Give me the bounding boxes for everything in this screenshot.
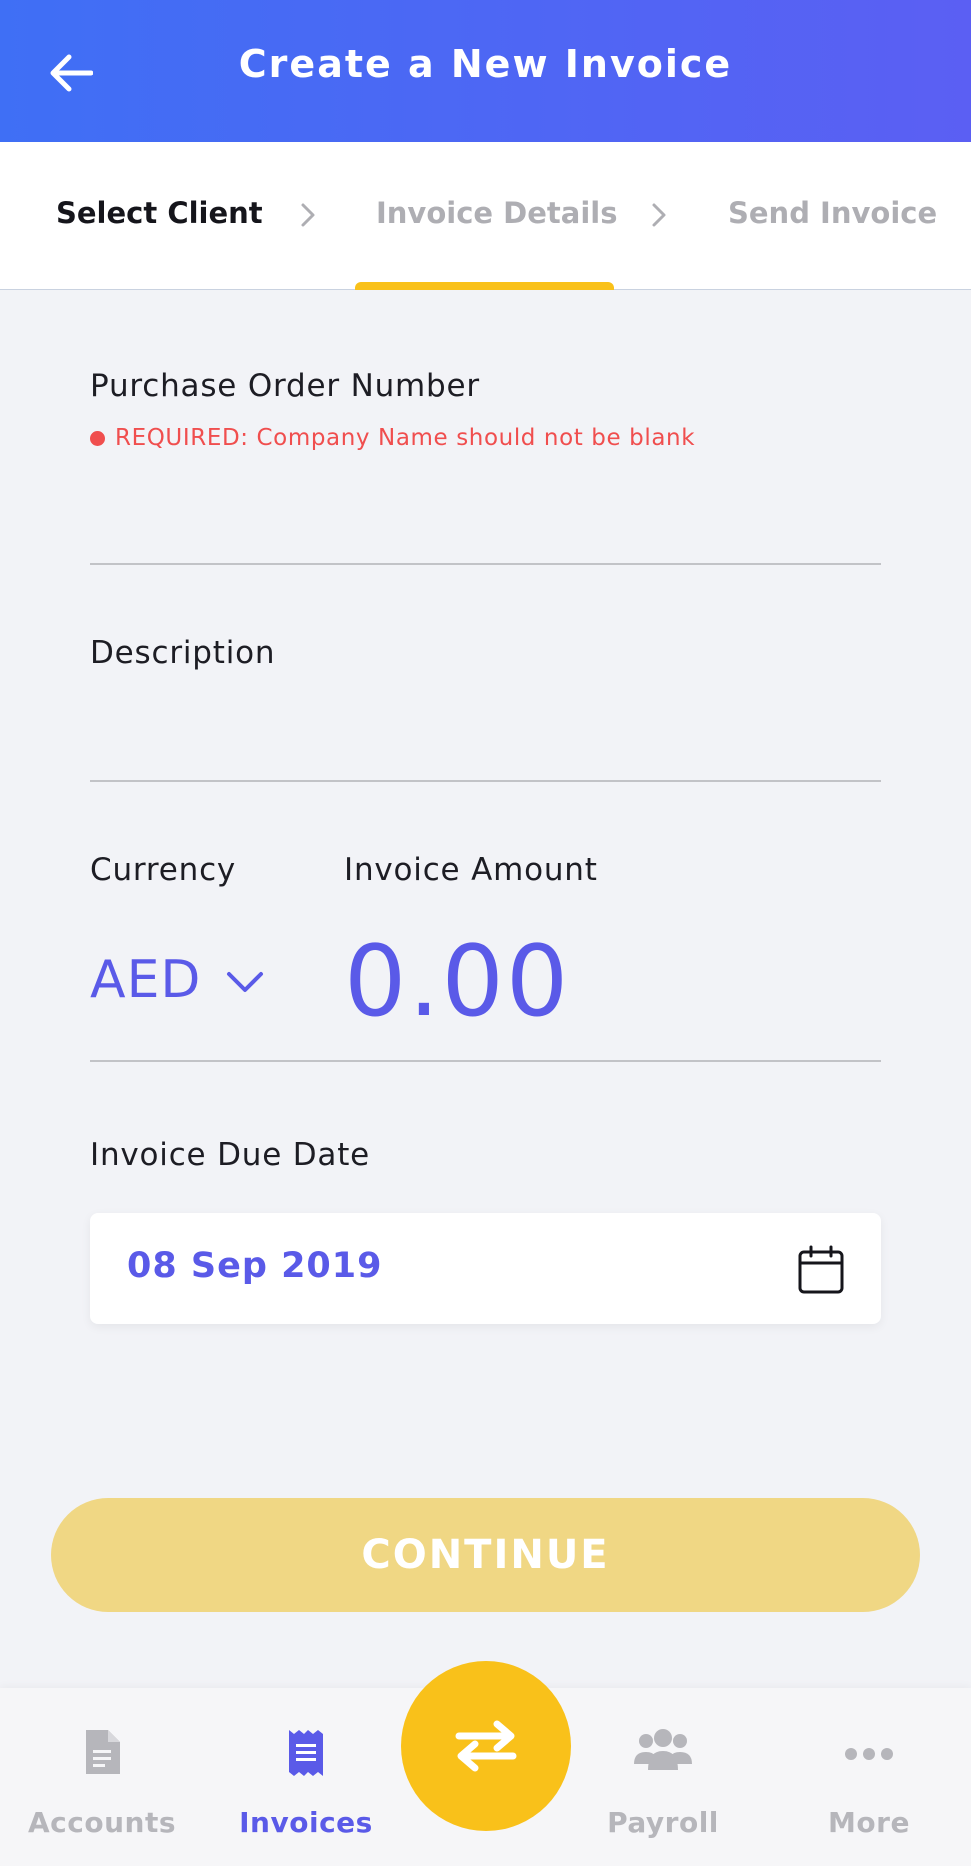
transfer-fab-button[interactable] — [401, 1661, 571, 1831]
nav-label: Payroll — [607, 1806, 719, 1839]
step-indicator: Select Client Invoice Details Send Invoi… — [0, 142, 971, 290]
description-input[interactable] — [90, 690, 881, 778]
currency-label: Currency — [90, 852, 237, 888]
active-step-indicator — [355, 282, 614, 290]
description-underline — [90, 780, 881, 782]
step-send-invoice[interactable]: Send Invoice — [728, 196, 937, 230]
po-number-input[interactable] — [90, 470, 881, 562]
po-number-underline — [90, 563, 881, 565]
amount-underline — [90, 1060, 881, 1062]
chevron-right-icon — [301, 203, 315, 227]
currency-select[interactable]: AED — [90, 950, 270, 1010]
more-dots-icon — [845, 1748, 893, 1760]
error-message: REQUIRED: Company Name should not be bla… — [115, 425, 696, 451]
page-title: Create a New Invoice — [238, 42, 733, 86]
description-label: Description — [90, 635, 276, 671]
due-date-value: 08 Sep 2019 — [127, 1246, 383, 1286]
document-icon — [86, 1730, 120, 1774]
nav-payroll[interactable]: Payroll — [578, 1688, 748, 1866]
chevron-down-icon — [227, 972, 264, 992]
invoice-amount-label: Invoice Amount — [344, 852, 598, 888]
currency-value: AED — [90, 950, 202, 1010]
error-dot-icon — [90, 430, 105, 446]
transfer-arrows-icon — [455, 1720, 517, 1772]
nav-accounts[interactable]: Accounts — [17, 1688, 187, 1866]
due-date-picker[interactable]: 08 Sep 2019 — [90, 1213, 881, 1324]
po-number-label: Purchase Order Number — [90, 368, 480, 404]
calendar-icon[interactable] — [797, 1245, 845, 1295]
nav-more[interactable]: More — [784, 1688, 954, 1866]
nav-label: Invoices — [239, 1806, 373, 1839]
people-icon — [634, 1729, 692, 1770]
nav-label: Accounts — [27, 1806, 177, 1839]
nav-invoices[interactable]: Invoices — [221, 1688, 391, 1866]
continue-button[interactable]: CONTINUE — [51, 1498, 920, 1612]
po-number-error: REQUIRED: Company Name should not be bla… — [90, 425, 695, 451]
step-select-client[interactable]: Select Client — [56, 196, 263, 230]
invoice-amount-input[interactable]: 0.00 — [344, 925, 570, 1039]
chevron-right-icon — [652, 203, 666, 227]
nav-label: More — [828, 1806, 910, 1839]
step-invoice-details[interactable]: Invoice Details — [376, 196, 617, 230]
due-date-label: Invoice Due Date — [90, 1137, 371, 1173]
app-header: Create a New Invoice — [0, 0, 971, 142]
receipt-icon — [289, 1730, 323, 1776]
